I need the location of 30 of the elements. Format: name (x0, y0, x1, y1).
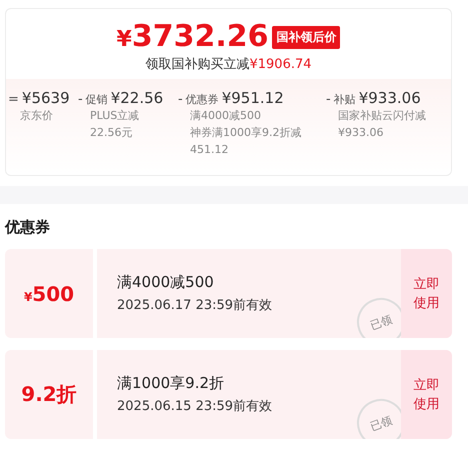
breakdown-amount: ¥22.56 (110, 89, 164, 107)
coupon-title: 满1000享9.2折 (117, 374, 226, 393)
breakdown-label: 补贴 (334, 92, 356, 107)
coupon-title: 满4000减500 (117, 273, 215, 292)
breakdown-note: 神券满1000享9.2折减451.12 (190, 125, 302, 158)
breakdown-note: ¥933.06 (338, 125, 384, 141)
use-now-button[interactable]: 立即使用 (401, 249, 452, 338)
price-badge: 国补领后价 (272, 26, 340, 48)
breakdown-amount: ¥951.12 (222, 89, 284, 107)
use-now-button[interactable]: 立即使用 (401, 350, 452, 439)
section-title: 优惠券 (5, 218, 51, 237)
coupon-validity: 2025.06.15 23:59前有效 (117, 398, 274, 415)
breakdown-label: 优惠券 (186, 92, 219, 107)
coupon-validity: 2025.06.17 23:59前有效 (117, 297, 274, 314)
operator-sign: - (326, 92, 331, 107)
breakdown-amount: ¥933.06 (358, 89, 421, 107)
price-amount: ¥3732.26 (116, 21, 268, 53)
breakdown-label: 促销 (86, 92, 108, 107)
coupon-value: 9.2折 (21, 381, 77, 408)
breakdown-note: 满4000减500 (190, 108, 262, 124)
breakdown-note: 国家补贴云闪付减 (338, 108, 427, 124)
operator-sign: = (8, 92, 19, 107)
saving-text: 领取国补购买立减¥1906.74 (145, 56, 312, 73)
breakdown-amount: ¥5639 (22, 89, 70, 107)
coupon-value: ¥500 (24, 282, 74, 306)
breakdown-note: 京东价 (20, 108, 54, 124)
breakdown-note: 22.56元 (90, 125, 134, 141)
operator-sign: - (78, 92, 83, 107)
operator-sign: - (178, 92, 183, 107)
breakdown-note: PLUS立减 (90, 108, 140, 124)
